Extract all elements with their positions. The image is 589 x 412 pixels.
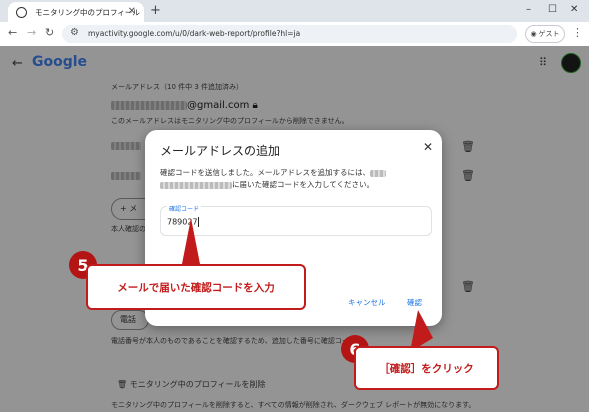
step6-callout: ［確認］をクリック: [354, 346, 499, 390]
browser-window: モニタリング中のプロフィール ✕ + – ☐ ✕ ← → ↻ ⚙ myactiv…: [0, 0, 589, 412]
step5-arrow: [182, 218, 200, 264]
step5-callout: メールで届いた確認コードを入力: [86, 264, 306, 310]
annotation-arrows: [182, 218, 433, 352]
